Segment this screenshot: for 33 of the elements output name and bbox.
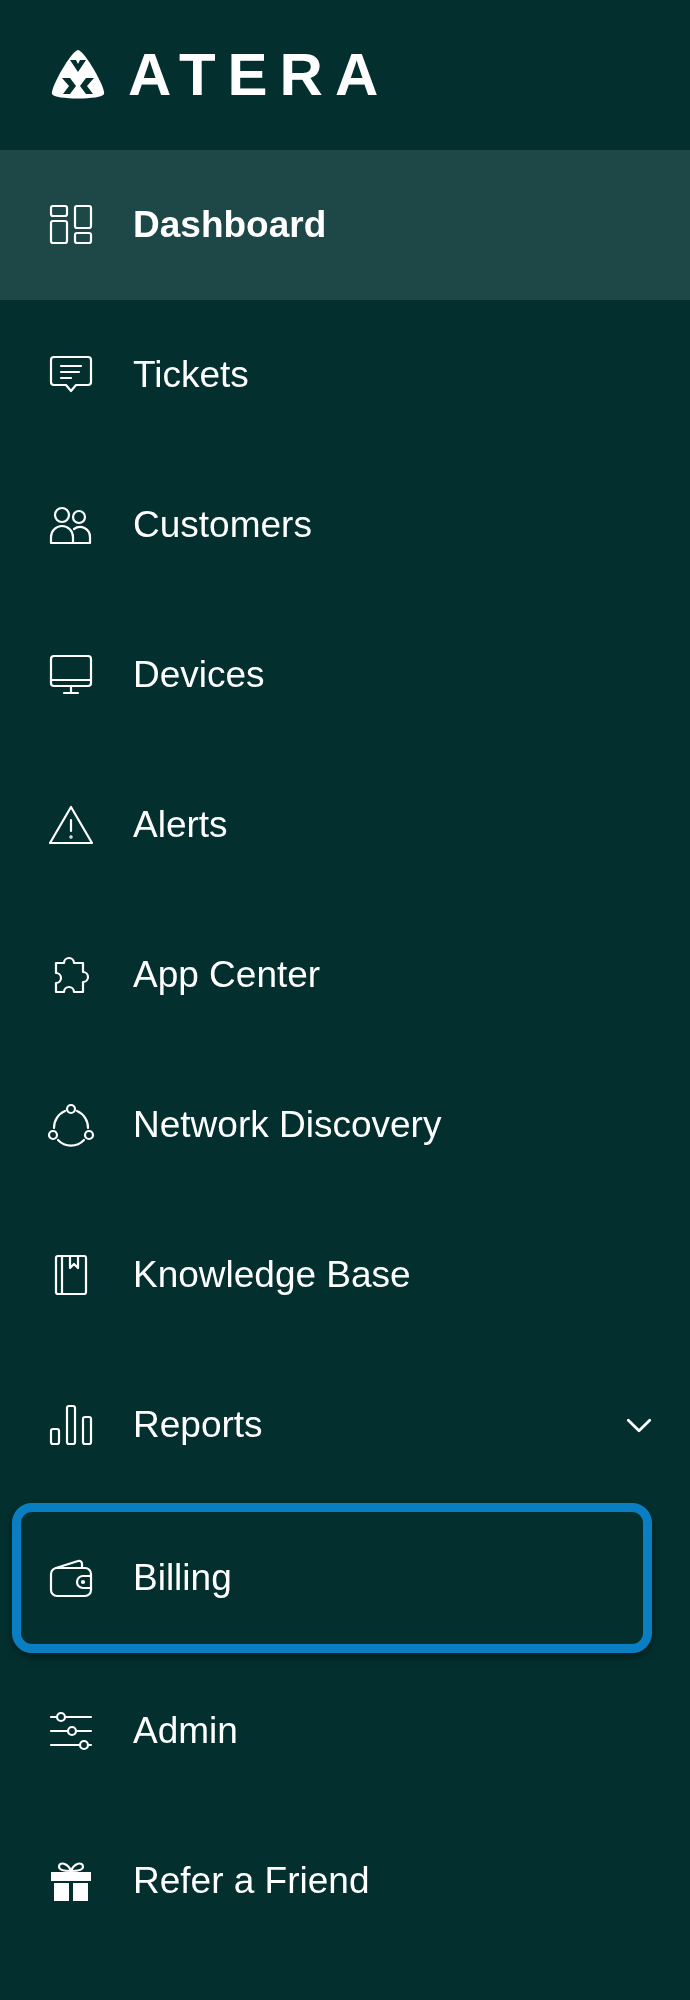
network-icon (48, 1103, 94, 1147)
nav-item[interactable]: App Center (0, 900, 690, 1050)
nav-label: Billing (133, 1557, 233, 1599)
nav-item[interactable]: Billing (12, 1503, 652, 1653)
nav-item[interactable]: Tickets (0, 300, 690, 450)
nav-label: Knowledge Base (133, 1254, 412, 1296)
nav-item[interactable]: Devices (0, 600, 690, 750)
nav-item[interactable]: Dashboard (0, 150, 690, 300)
dashboard-icon (48, 203, 94, 247)
sliders-icon (48, 1709, 94, 1753)
bar-chart-icon (48, 1403, 94, 1447)
nav-label: Network Discovery (133, 1104, 443, 1146)
nav-item[interactable]: Refer a Friend (0, 1806, 690, 1956)
warning-icon (48, 803, 94, 847)
gift-icon (48, 1859, 94, 1903)
nav-item[interactable]: Knowledge Base (0, 1200, 690, 1350)
logo-text: ATERA (128, 45, 391, 105)
nav-label: App Center (133, 954, 322, 996)
nav-label: Tickets (133, 354, 250, 396)
nav-label: Reports (133, 1404, 264, 1446)
nav-item[interactable]: Network Discovery (0, 1050, 690, 1200)
nav-label: Customers (133, 504, 313, 546)
nav-item[interactable]: Customers (0, 450, 690, 600)
nav-item[interactable]: Reports (0, 1350, 690, 1500)
nav-label: Alerts (133, 804, 229, 846)
nav-item[interactable]: Alerts (0, 750, 690, 900)
nav-label: Dashboard (133, 204, 328, 246)
nav-label: Admin (133, 1710, 239, 1752)
nav-label: Refer a Friend (133, 1860, 371, 1902)
monitor-icon (48, 653, 94, 697)
chevron-icon[interactable] (626, 1417, 652, 1433)
nav-item[interactable]: Admin (0, 1656, 690, 1806)
nav-label: Devices (133, 654, 266, 696)
